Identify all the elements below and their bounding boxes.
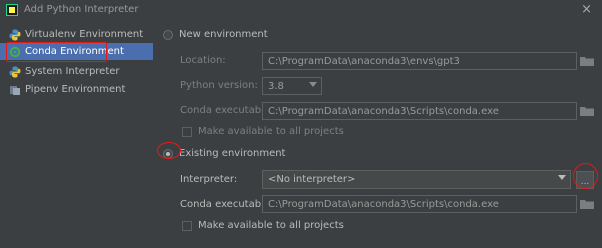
sidebar-item-virtualenv[interactable]: Virtualenv Environment: [0, 26, 153, 43]
chevron-down-icon: [558, 175, 566, 180]
existing-environment-radio[interactable]: [163, 149, 173, 159]
sidebar-item-system-interpreter[interactable]: System Interpreter: [0, 63, 153, 80]
python-version-label: Python version:: [180, 80, 258, 91]
close-icon[interactable]: ×: [581, 2, 592, 17]
conda-executable-label: Conda executable:: [180, 105, 274, 116]
sidebar-item-label: Conda Environment: [25, 46, 124, 57]
pycharm-logo-icon: [6, 4, 18, 16]
python-version-select[interactable]: 3.8: [262, 77, 322, 95]
window-title: Add Python Interpreter: [24, 4, 139, 15]
new-environment-radio[interactable]: [163, 30, 173, 40]
folder-icon[interactable]: [579, 55, 595, 67]
python-version-value: 3.8: [268, 80, 284, 92]
environment-type-sidebar: Virtualenv Environment Conda Environment…: [0, 25, 153, 248]
browse-interpreter-button[interactable]: ...: [576, 171, 594, 189]
folder-icon[interactable]: [579, 105, 595, 117]
interpreter-value: <No interpreter>: [268, 174, 356, 185]
existing-environment-label: Existing environment: [179, 148, 286, 159]
sidebar-item-label: Virtualenv Environment: [25, 29, 144, 40]
conda-executable-label: Conda executable:: [180, 199, 274, 210]
sidebar-item-pipenv[interactable]: Pipenv Environment: [0, 81, 153, 98]
sidebar-item-conda[interactable]: Conda Environment: [0, 43, 153, 60]
interpreter-select[interactable]: <No interpreter>: [262, 170, 571, 189]
interpreter-label: Interpreter:: [180, 174, 238, 185]
python-icon: [9, 29, 21, 40]
new-environment-label: New environment: [179, 29, 268, 40]
conda-icon: [9, 46, 21, 57]
conda-settings-panel: New environment Location: C:\ProgramData…: [153, 25, 602, 248]
make-available-checkbox[interactable]: [182, 221, 192, 231]
conda-executable-field[interactable]: C:\ProgramData\anaconda3\Scripts\conda.e…: [262, 195, 577, 213]
make-available-label: Make available to all projects: [198, 126, 344, 137]
make-available-label: Make available to all projects: [198, 220, 344, 231]
location-label: Location:: [180, 55, 226, 66]
sidebar-item-label: Pipenv Environment: [25, 84, 126, 95]
sidebar-item-label: System Interpreter: [25, 66, 120, 77]
chevron-down-icon: [309, 82, 317, 87]
python-icon: [9, 66, 21, 77]
folder-icon[interactable]: [579, 198, 595, 210]
make-available-checkbox[interactable]: [182, 127, 192, 137]
conda-executable-field[interactable]: C:\ProgramData\anaconda3\Scripts\conda.e…: [262, 102, 577, 120]
title-bar: Add Python Interpreter ×: [0, 0, 602, 22]
pipenv-icon: [10, 85, 20, 95]
location-field[interactable]: C:\ProgramData\anaconda3\envs\gpt3: [262, 52, 577, 70]
